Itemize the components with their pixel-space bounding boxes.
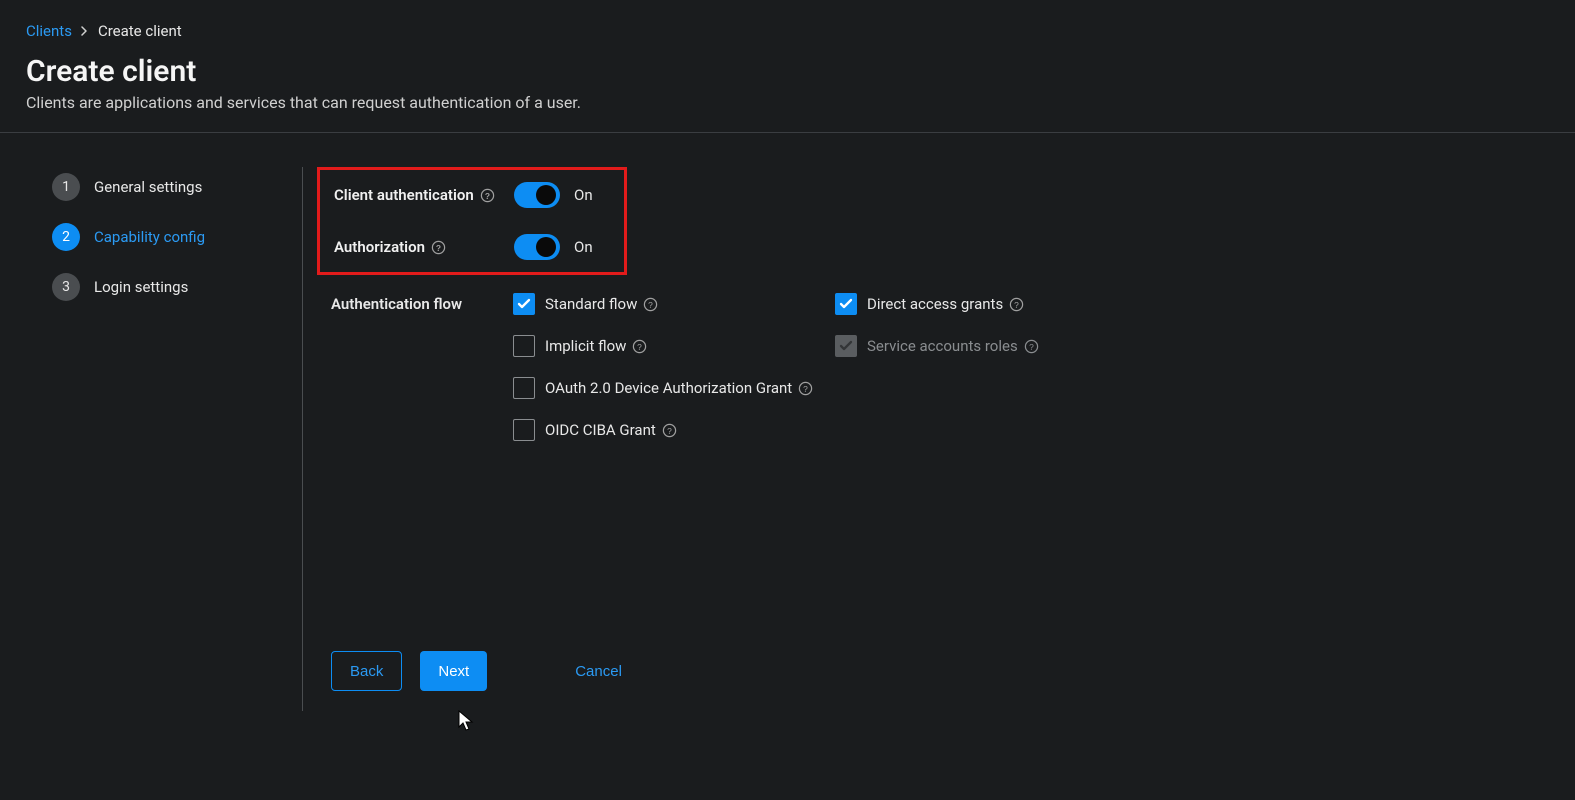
client-authentication-row: Client authentication ? On xyxy=(334,182,608,208)
checkbox-label: OIDC CIBA Grant ? xyxy=(545,421,677,439)
svg-text:?: ? xyxy=(436,242,441,252)
client-authentication-switch-wrap: On xyxy=(514,182,593,208)
implicit-flow-row: Implicit flow ? xyxy=(513,335,835,357)
svg-text:?: ? xyxy=(649,299,654,309)
step-number: 1 xyxy=(52,173,80,201)
switch-state-text: On xyxy=(574,186,593,204)
label-text: Client authentication xyxy=(334,186,474,204)
checkbox-label: Implicit flow ? xyxy=(545,337,647,355)
breadcrumb: Clients Create client xyxy=(26,22,1549,40)
main-content: 1 General settings 2 Capability config 3… xyxy=(0,133,1575,711)
help-icon[interactable]: ? xyxy=(643,297,658,312)
svg-text:?: ? xyxy=(485,190,490,200)
service-accounts-roles-checkbox xyxy=(835,335,857,357)
direct-access-grants-checkbox[interactable] xyxy=(835,293,857,315)
device-grant-checkbox[interactable] xyxy=(513,377,535,399)
help-icon[interactable]: ? xyxy=(480,188,495,203)
breadcrumb-root-link[interactable]: Clients xyxy=(26,22,72,40)
svg-text:?: ? xyxy=(667,425,672,435)
step-number: 3 xyxy=(52,273,80,301)
checkbox-label: OAuth 2.0 Device Authorization Grant ? xyxy=(545,379,813,397)
breadcrumb-current: Create client xyxy=(98,22,182,40)
client-authentication-switch[interactable] xyxy=(514,182,560,208)
svg-text:?: ? xyxy=(1029,341,1034,351)
authorization-label: Authorization ? xyxy=(334,238,514,256)
checkbox-label: Standard flow ? xyxy=(545,295,658,313)
svg-text:?: ? xyxy=(638,341,643,351)
authentication-flow-label: Authentication flow xyxy=(331,293,513,441)
label-text: OIDC CIBA Grant xyxy=(545,421,656,439)
help-icon[interactable]: ? xyxy=(632,339,647,354)
step-number: 2 xyxy=(52,223,80,251)
standard-flow-row: Standard flow ? xyxy=(513,293,835,315)
authorization-switch[interactable] xyxy=(514,234,560,260)
svg-text:?: ? xyxy=(803,383,808,393)
help-icon[interactable]: ? xyxy=(431,240,446,255)
step-label: Login settings xyxy=(94,278,188,296)
client-authentication-label: Client authentication ? xyxy=(334,186,514,204)
checkbox-label: Direct access grants ? xyxy=(867,295,1024,313)
label-text: Direct access grants xyxy=(867,295,1003,313)
back-button[interactable]: Back xyxy=(331,651,402,691)
step-label: General settings xyxy=(94,178,202,196)
authorization-row: Authorization ? On xyxy=(334,234,608,260)
label-text: Service accounts roles xyxy=(867,337,1018,355)
ciba-grant-row: OIDC CIBA Grant ? xyxy=(513,419,835,441)
form-panel: Client authentication ? On Authorization… xyxy=(302,167,1352,711)
step-general-settings[interactable]: 1 General settings xyxy=(52,173,302,201)
checkbox-label: Service accounts roles ? xyxy=(867,337,1039,355)
step-login-settings[interactable]: 3 Login settings xyxy=(52,273,302,301)
page-subtitle: Clients are applications and services th… xyxy=(26,93,1549,112)
label-text: Implicit flow xyxy=(545,337,626,355)
label-text: Authorization xyxy=(334,238,425,256)
implicit-flow-checkbox[interactable] xyxy=(513,335,535,357)
auth-flow-col-1: Standard flow ? Implicit flow ? xyxy=(513,293,835,441)
svg-text:?: ? xyxy=(1014,299,1019,309)
direct-access-grants-row: Direct access grants ? xyxy=(835,293,1157,315)
page-header: Clients Create client Create client Clie… xyxy=(0,0,1575,133)
page-title: Create client xyxy=(26,54,1549,89)
label-text: OAuth 2.0 Device Authorization Grant xyxy=(545,379,792,397)
chevron-right-icon xyxy=(80,26,90,36)
label-text: Standard flow xyxy=(545,295,637,313)
cancel-button[interactable]: Cancel xyxy=(557,651,640,691)
next-button[interactable]: Next xyxy=(420,651,487,691)
ciba-grant-checkbox[interactable] xyxy=(513,419,535,441)
help-icon[interactable]: ? xyxy=(1009,297,1024,312)
step-label: Capability config xyxy=(94,228,205,246)
help-icon[interactable]: ? xyxy=(798,381,813,396)
auth-flow-grid: Standard flow ? Implicit flow ? xyxy=(513,293,1157,441)
switch-state-text: On xyxy=(574,238,593,256)
service-accounts-roles-row: Service accounts roles ? xyxy=(835,335,1157,357)
device-grant-row: OAuth 2.0 Device Authorization Grant ? xyxy=(513,377,835,399)
auth-flow-col-2: Direct access grants ? Service accounts … xyxy=(835,293,1157,441)
authorization-switch-wrap: On xyxy=(514,234,593,260)
authentication-flow-section: Authentication flow Standard flow ? xyxy=(317,293,1352,441)
wizard-actions: Back Next Cancel xyxy=(317,651,1352,691)
wizard-stepper: 1 General settings 2 Capability config 3… xyxy=(52,167,302,711)
mouse-cursor-icon xyxy=(458,710,476,732)
capability-highlight-box: Client authentication ? On Authorization… xyxy=(317,167,627,275)
step-capability-config[interactable]: 2 Capability config xyxy=(52,223,302,251)
standard-flow-checkbox[interactable] xyxy=(513,293,535,315)
help-icon[interactable]: ? xyxy=(1024,339,1039,354)
help-icon[interactable]: ? xyxy=(662,423,677,438)
